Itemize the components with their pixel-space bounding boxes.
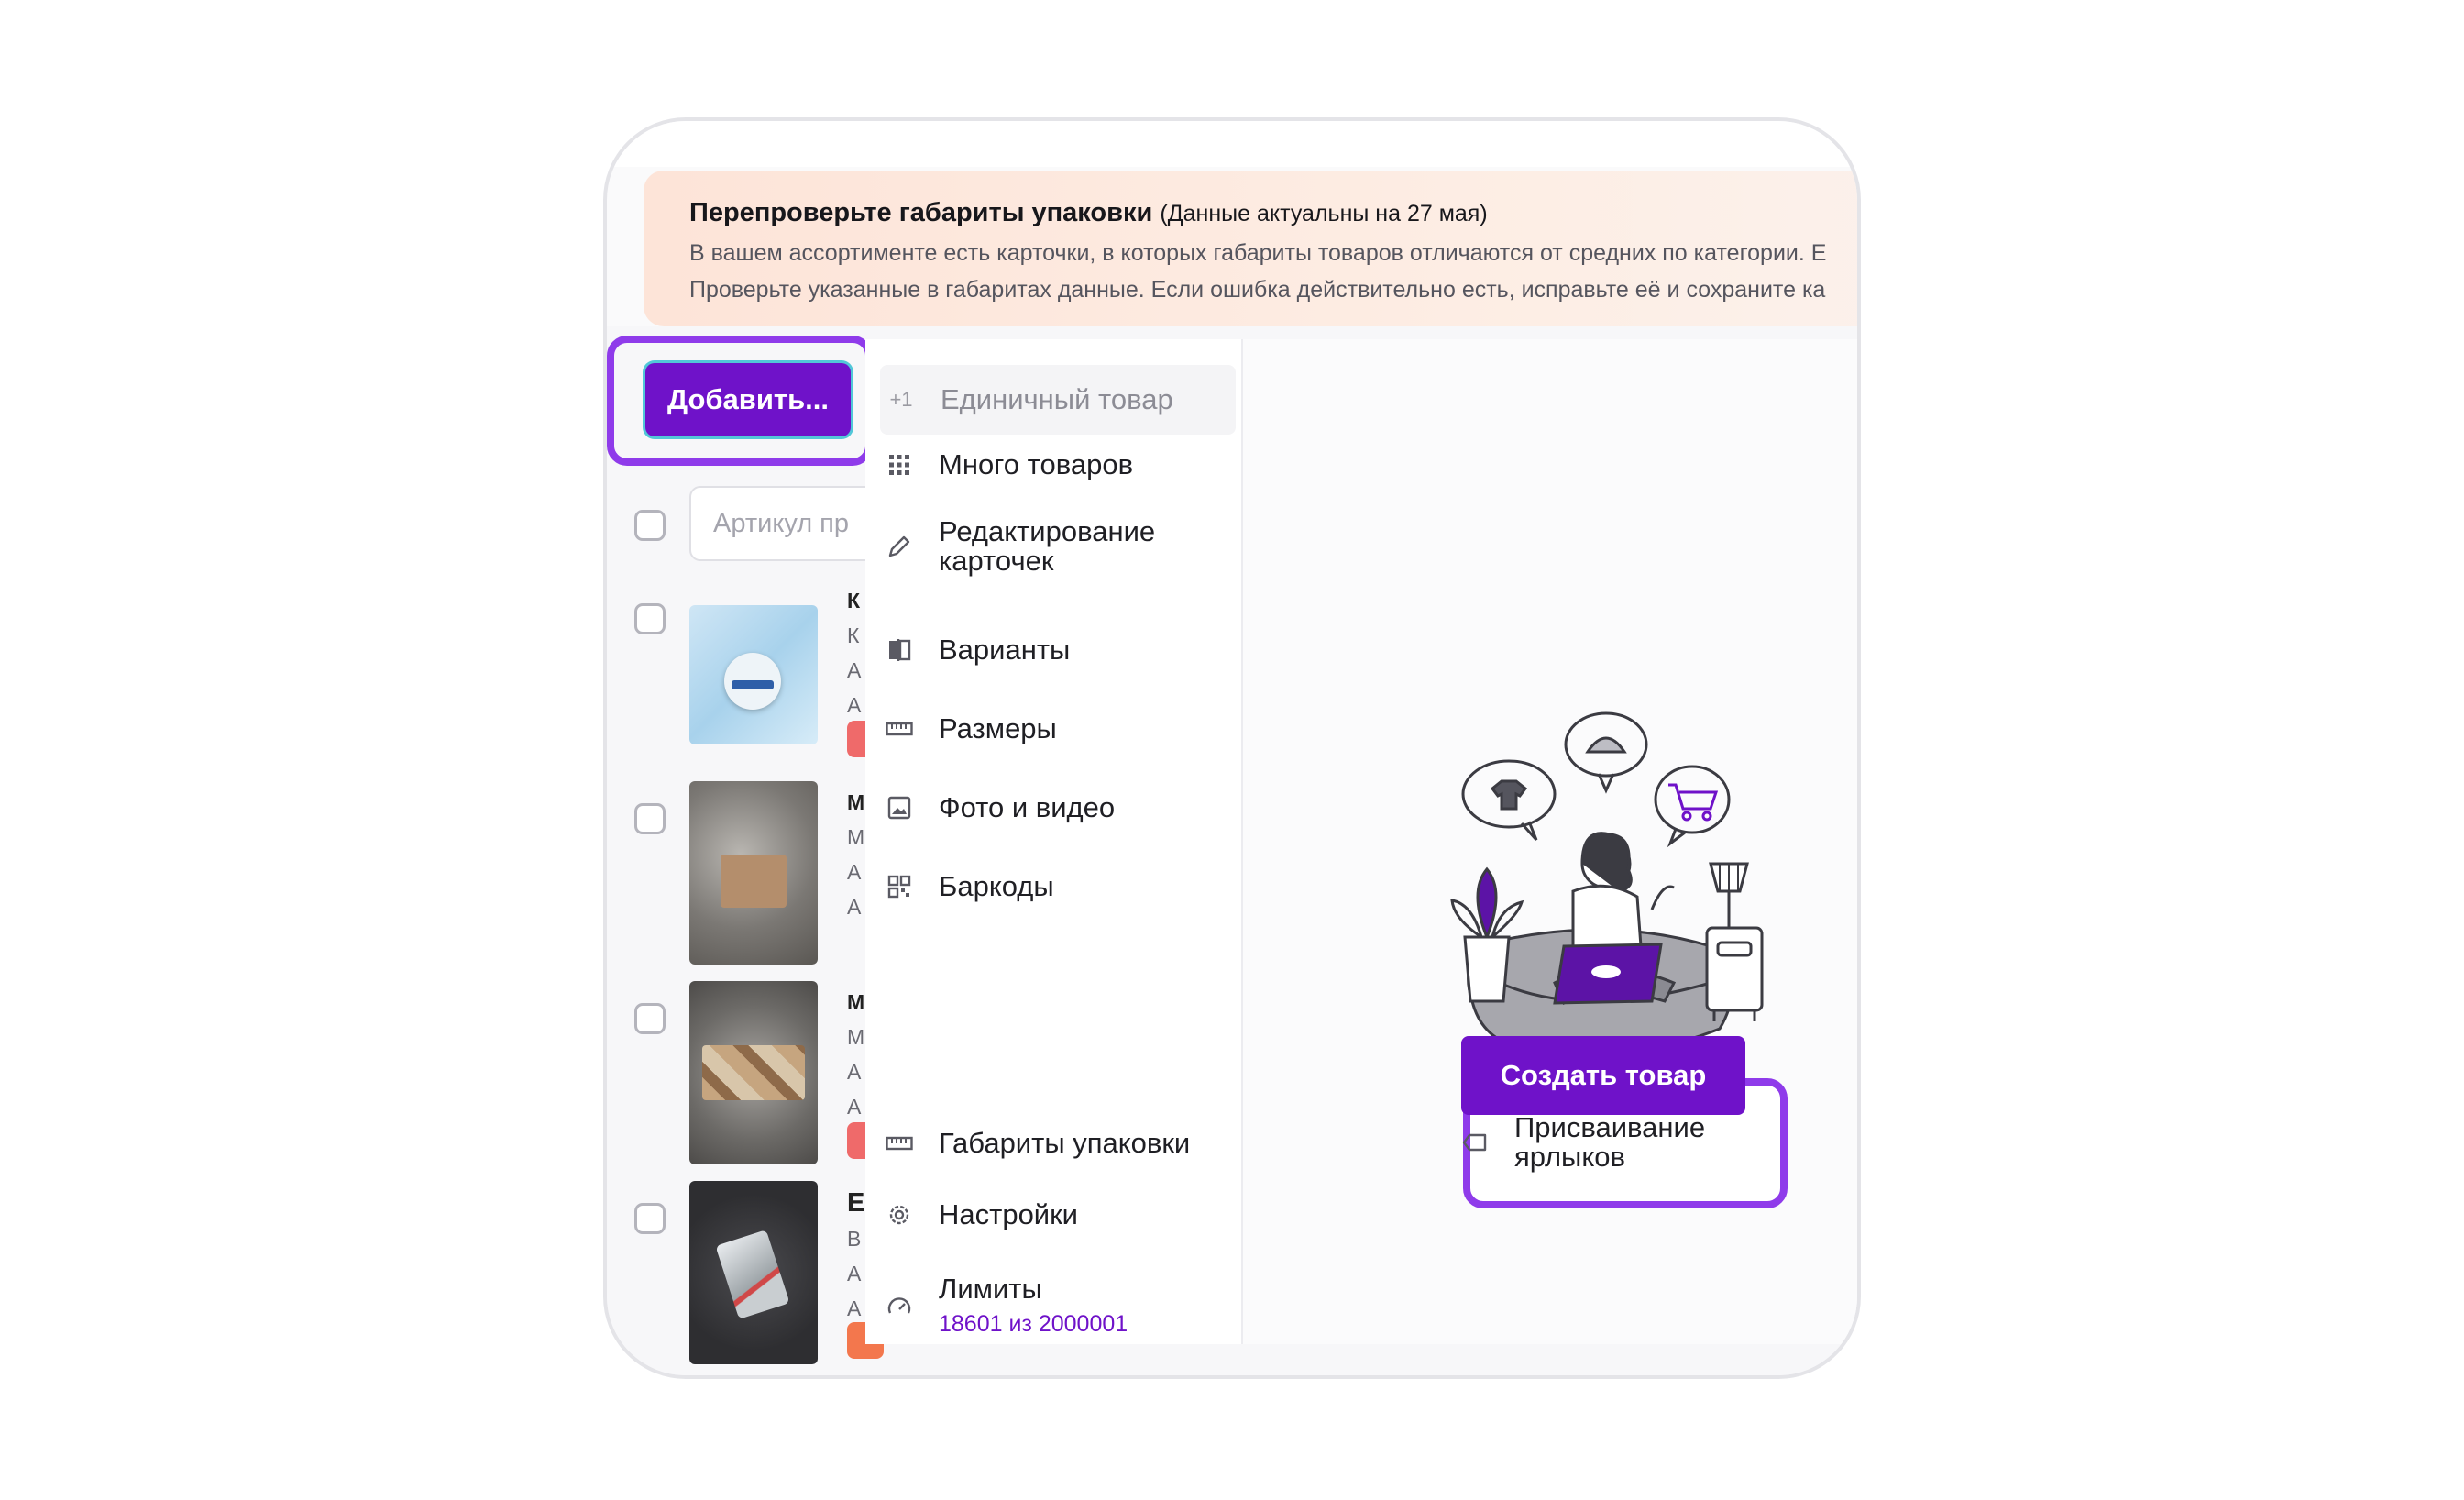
pencil-icon xyxy=(884,531,915,562)
menu-item-single-product[interactable]: +1 Единичный товар xyxy=(880,365,1236,435)
row-checkbox[interactable] xyxy=(634,1003,666,1034)
top-bar xyxy=(607,121,1857,167)
menu-item-package-dimensions[interactable]: Габариты упаковки xyxy=(884,1128,1241,1159)
grid-icon xyxy=(884,449,915,480)
row-text: А xyxy=(847,1095,862,1119)
add-button[interactable]: Добавить... xyxy=(645,363,851,436)
menu-item-edit-cards[interactable]: Редактирование карточек xyxy=(884,510,1241,583)
image-icon xyxy=(884,792,915,823)
ruler-icon xyxy=(884,1128,915,1159)
banner-date-note: (Данные актуальны на 27 мая) xyxy=(1160,201,1488,226)
gauge-icon xyxy=(884,1291,915,1322)
row-text: К xyxy=(847,589,861,612)
variants-icon xyxy=(884,634,915,666)
row-text: А xyxy=(847,1060,862,1084)
banner-line-2: Проверьте указанные в габаритах данные. … xyxy=(689,277,1826,303)
menu-item-barcodes[interactable]: Баркоды xyxy=(884,871,1241,902)
row-text: А xyxy=(847,1262,862,1285)
limits-label: Лимиты 18601 из 2000001 xyxy=(939,1273,1128,1338)
row-text: М xyxy=(847,825,865,849)
select-all-checkbox[interactable] xyxy=(634,510,666,541)
product-thumbnail[interactable] xyxy=(689,605,818,744)
plus-one-icon: +1 xyxy=(889,388,913,411)
row-text: А xyxy=(847,860,862,884)
row-text: М xyxy=(847,1025,865,1049)
menu-item-photo-video[interactable]: Фото и видео xyxy=(884,792,1241,823)
gear-icon xyxy=(884,1199,915,1230)
qr-code-icon xyxy=(884,871,915,902)
limits-counter: 18601 из 2000001 xyxy=(939,1311,1128,1337)
menu-item-sizes[interactable]: Размеры xyxy=(884,713,1241,744)
banner-line-1: В вашем ассортименте есть карточки, в ко… xyxy=(689,240,1827,266)
row-text: М xyxy=(847,790,865,814)
row-text: А xyxy=(847,693,862,717)
app-window: Перепроверьте габариты упаковки (Данные … xyxy=(603,117,1861,1379)
product-thumbnail[interactable] xyxy=(689,981,818,1164)
row-checkbox[interactable] xyxy=(634,1203,666,1234)
row-checkbox[interactable] xyxy=(634,803,666,834)
row-text: М xyxy=(847,990,865,1014)
menu-item-limits[interactable]: Лимиты 18601 из 2000001 xyxy=(884,1274,1241,1339)
product-thumbnail[interactable] xyxy=(689,781,818,965)
empty-state-illustration xyxy=(1445,708,1784,1075)
product-thumbnail[interactable] xyxy=(689,1181,818,1364)
row-checkbox[interactable] xyxy=(634,603,666,634)
ruler-icon xyxy=(884,713,915,744)
menu-item-variants[interactable]: Варианты xyxy=(884,634,1241,666)
menu-item-assign-tags[interactable]: Присваивание ярлыков xyxy=(1459,1113,1771,1172)
row-text: К xyxy=(847,623,860,647)
panel-divider xyxy=(1241,339,1243,1344)
menu-item-many-products[interactable]: Много товаров xyxy=(884,449,1241,480)
menu-item-settings[interactable]: Настройки xyxy=(884,1199,1241,1230)
row-text: А xyxy=(847,1296,862,1320)
banner-title: Перепроверьте габариты упаковки (Данные … xyxy=(689,198,1488,227)
add-menu: +1 Единичный товар Много товаров Редакти… xyxy=(865,339,1241,1344)
tag-icon xyxy=(1459,1127,1490,1158)
row-text: А xyxy=(847,658,862,682)
row-text: А xyxy=(847,895,862,919)
row-text: Е xyxy=(847,1188,865,1218)
create-product-button[interactable]: Создать товар xyxy=(1461,1036,1745,1115)
row-text: В xyxy=(847,1227,862,1251)
